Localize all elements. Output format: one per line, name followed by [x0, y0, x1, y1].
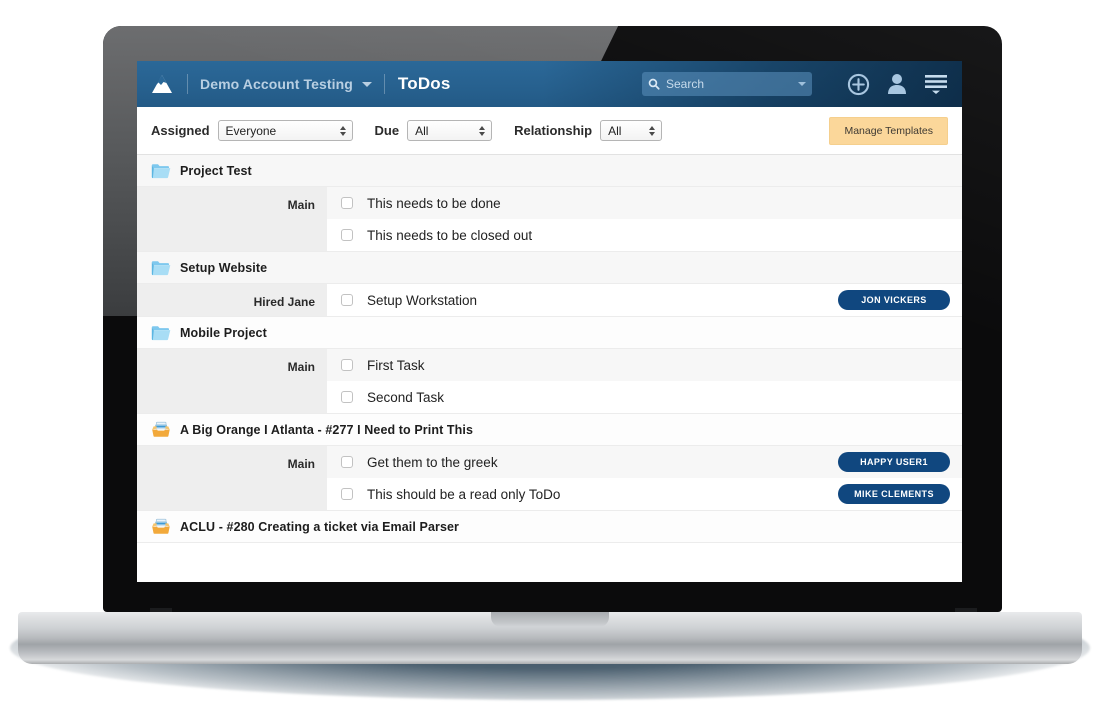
task-checkbox[interactable]: [341, 456, 353, 468]
app-header: Demo Account Testing ToDos Search: [137, 61, 962, 107]
task-title: Setup Workstation: [367, 292, 478, 308]
task-title: This needs to be done: [367, 195, 501, 211]
task-checkbox[interactable]: [341, 391, 353, 403]
task-title: Get them to the greek: [367, 454, 498, 470]
account-name[interactable]: Demo Account Testing: [188, 76, 362, 92]
stepper-icon: [339, 125, 346, 136]
group-section: Main Get them to the greek HAPPY USER1 This…: [137, 446, 962, 511]
section-tasks: Setup Workstation JON VICKERS: [327, 284, 962, 316]
task-row[interactable]: Setup Workstation JON VICKERS: [327, 284, 962, 316]
group-header-row[interactable]: A Big Orange I Atlanta - #277 I Need to …: [137, 414, 962, 446]
due-label: Due: [374, 123, 400, 138]
user-icon: [888, 74, 906, 94]
section-label-cell: Main: [137, 187, 327, 251]
section-label: Main: [287, 198, 315, 212]
section-label-cell: Hired Jane: [137, 284, 327, 316]
task-checkbox[interactable]: [341, 197, 353, 209]
ticket-tray-icon: [152, 518, 170, 534]
search-caret-down-icon[interactable]: [798, 82, 806, 86]
section-label: Hired Jane: [253, 295, 315, 309]
header-actions: Search: [642, 72, 962, 96]
group-section: Main First Task Second Task: [137, 349, 962, 414]
task-title: This should be a read only ToDo: [367, 486, 561, 502]
group-section: Hired Jane Setup Workstation JON VICKERS: [137, 284, 962, 317]
profile-button[interactable]: [887, 73, 907, 95]
manage-templates-button[interactable]: Manage Templates: [829, 116, 948, 145]
folder-icon: [151, 324, 171, 341]
todo-list: Project Test Main This needs to be done Thi…: [137, 155, 962, 543]
group-title: Project Test: [180, 163, 252, 178]
stepper-icon: [479, 125, 486, 136]
assignee-badge[interactable]: HAPPY USER1: [838, 452, 950, 472]
group-section: Main This needs to be done This needs to b…: [137, 187, 962, 252]
search-input[interactable]: Search: [642, 72, 812, 96]
laptop-base-notch: [491, 612, 609, 627]
app-logo[interactable]: [137, 74, 187, 94]
stepper-icon: [649, 125, 656, 136]
assignee-badge[interactable]: MIKE CLEMENTS: [838, 484, 950, 504]
ticket-tray-icon: [151, 518, 171, 535]
group-title: Mobile Project: [180, 325, 267, 340]
ticket-tray-icon: [152, 421, 170, 437]
filter-bar: Assigned Everyone Due All Relationship A…: [137, 107, 962, 155]
folder-icon: [151, 326, 171, 341]
mountain-logo-icon: [152, 75, 172, 93]
task-checkbox[interactable]: [341, 294, 353, 306]
ticket-tray-icon: [151, 421, 171, 438]
group-header-row[interactable]: Project Test: [137, 155, 962, 187]
section-label-cell: Main: [137, 349, 327, 413]
search-icon: [648, 78, 660, 90]
task-title: Second Task: [367, 389, 445, 405]
task-checkbox[interactable]: [341, 359, 353, 371]
plus-circle-icon: [847, 73, 870, 95]
task-row[interactable]: First Task: [327, 349, 962, 381]
assignee-badge[interactable]: JON VICKERS: [838, 290, 950, 310]
task-checkbox[interactable]: [341, 229, 353, 241]
task-row[interactable]: This should be a read only ToDo MIKE CLEM…: [327, 478, 962, 510]
due-value: All: [415, 123, 429, 138]
caret-down-icon[interactable]: [361, 81, 372, 87]
folder-icon: [151, 164, 171, 179]
assigned-value: Everyone: [225, 123, 277, 138]
add-button[interactable]: [847, 73, 870, 96]
assigned-label: Assigned: [151, 123, 210, 138]
task-row[interactable]: This needs to be done: [327, 187, 962, 219]
task-row[interactable]: This needs to be closed out: [327, 219, 962, 251]
laptop-base: [18, 612, 1082, 664]
group-title: Setup Website: [180, 260, 268, 275]
menu-button[interactable]: [924, 74, 948, 94]
task-title: First Task: [367, 357, 425, 373]
page-title: ToDos: [397, 74, 451, 93]
group-title: A Big Orange I Atlanta - #277 I Need to …: [180, 422, 474, 437]
due-select[interactable]: All: [407, 120, 493, 141]
search-placeholder: Search: [666, 77, 705, 91]
relationship-value: All: [608, 123, 622, 138]
section-tasks: First Task Second Task: [327, 349, 962, 413]
section-label: Main: [287, 360, 315, 374]
group-header-row[interactable]: Mobile Project: [137, 317, 962, 349]
folder-icon: [151, 261, 171, 276]
group-title: ACLU - #280 Creating a ticket via Email …: [180, 519, 460, 534]
assigned-select[interactable]: Everyone: [217, 120, 353, 141]
group-header-row[interactable]: Setup Website: [137, 252, 962, 284]
task-title: This needs to be closed out: [367, 227, 533, 243]
task-checkbox[interactable]: [341, 488, 353, 500]
section-label: Main: [287, 457, 315, 471]
folder-icon: [151, 259, 171, 276]
laptop-screen: Demo Account Testing ToDos Search Assign…: [137, 61, 962, 582]
group-header-row[interactable]: ACLU - #280 Creating a ticket via Email …: [137, 511, 962, 543]
folder-icon: [151, 162, 171, 179]
section-tasks: This needs to be done This needs to be cl…: [327, 187, 962, 251]
relationship-label: Relationship: [514, 123, 593, 138]
hamburger-menu-icon: [925, 75, 947, 94]
task-row[interactable]: Second Task: [327, 381, 962, 413]
section-label-cell: Main: [137, 446, 327, 510]
task-row[interactable]: Get them to the greek HAPPY USER1: [327, 446, 962, 478]
section-tasks: Get them to the greek HAPPY USER1 This sho…: [327, 446, 962, 510]
screenshot-stage: Demo Account Testing ToDos Search Assign…: [0, 0, 1100, 703]
relationship-select[interactable]: All: [600, 120, 663, 141]
